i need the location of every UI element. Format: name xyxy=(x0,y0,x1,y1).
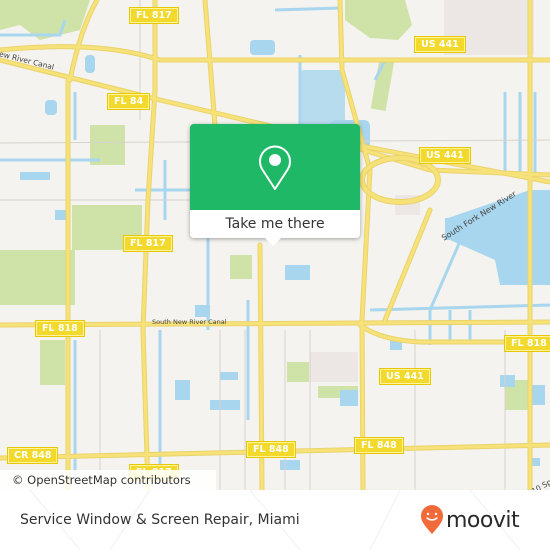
popup-header[interactable] xyxy=(190,124,360,210)
developed-area xyxy=(310,352,358,382)
road-shield-fl84: FL 84 xyxy=(106,93,151,110)
water-lake xyxy=(20,172,50,180)
water-lake xyxy=(340,390,358,406)
osm-attribution[interactable]: © OpenStreetMap contributors xyxy=(0,470,216,490)
road-shield-cr848: CR 848 xyxy=(6,447,59,464)
water-lake xyxy=(500,375,515,387)
canal xyxy=(274,6,341,12)
park-area xyxy=(230,255,252,279)
road-shield-us441: US 441 xyxy=(419,147,471,164)
road-shield-fl818: FL 818 xyxy=(504,335,550,352)
road-shield-fl848: FL 848 xyxy=(246,441,296,458)
canal xyxy=(428,229,467,311)
popup-pointer xyxy=(264,237,282,246)
canal xyxy=(369,303,550,312)
park-area xyxy=(0,250,75,305)
moovit-pin-icon xyxy=(421,505,443,534)
road-shield-fl818: FL 818 xyxy=(35,320,85,337)
take-me-there-button[interactable]: Take me there xyxy=(190,210,360,238)
water-lake xyxy=(175,380,190,400)
moovit-logo[interactable]: moovit xyxy=(420,505,520,535)
water-lake xyxy=(285,265,310,280)
place-title: Service Window & Screen Repair, Miami xyxy=(20,512,300,528)
water-lake xyxy=(210,400,240,410)
water-lake xyxy=(85,55,95,73)
water-label-south-new-river-canal: South New River Canal xyxy=(152,318,227,326)
road-shield-us441: US 441 xyxy=(379,368,431,385)
water-lake xyxy=(45,100,57,115)
road-shield-fl817: FL 817 xyxy=(129,7,179,24)
park-area xyxy=(40,340,65,385)
water-canals xyxy=(300,70,345,125)
water-lake xyxy=(280,460,300,470)
map-pin-icon xyxy=(259,145,291,190)
water-lake xyxy=(250,40,275,55)
take-me-there-popup[interactable]: Take me there xyxy=(190,124,360,246)
water-lake xyxy=(220,372,238,380)
park-area xyxy=(345,0,412,40)
road-shield-fl817: FL 817 xyxy=(123,235,173,252)
water-lake xyxy=(55,210,67,220)
map-view[interactable]: FL 817 FL 84 US 441 US 441 FL 817 FL 818… xyxy=(0,0,550,490)
park-area xyxy=(287,362,309,382)
road-shield-us441: US 441 xyxy=(414,36,466,53)
road-shield-fl848: FL 848 xyxy=(354,437,404,454)
moovit-wordmark: moovit xyxy=(446,507,520,533)
